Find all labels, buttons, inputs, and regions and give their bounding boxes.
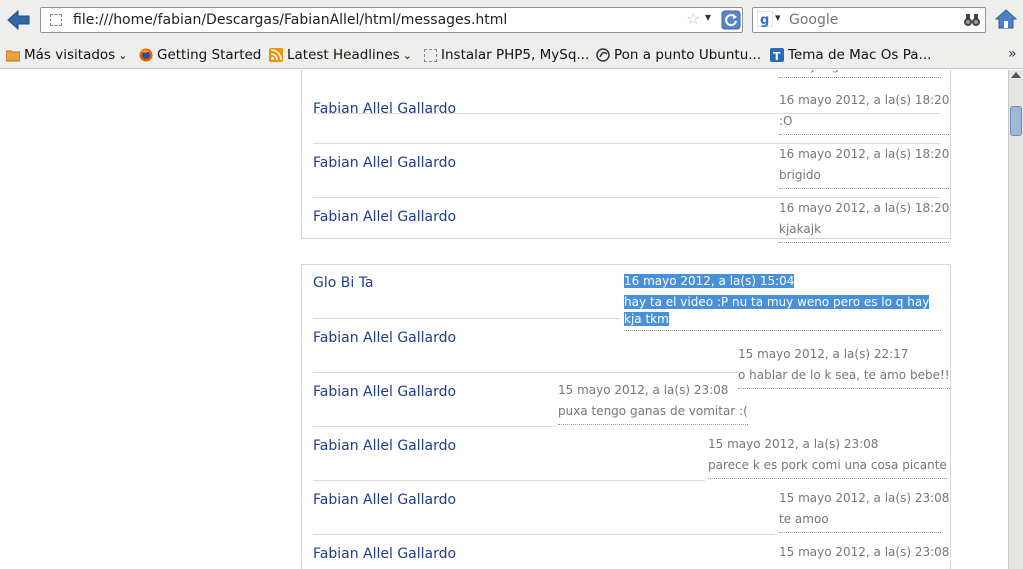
bookmark-most-visited[interactable]: Más visitados ⌄: [6, 46, 127, 64]
author-link[interactable]: Fabian Allel Gallardo: [313, 438, 456, 454]
author-link[interactable]: Fabian Allel Gallardo: [313, 492, 456, 508]
history-dropdown-icon[interactable]: ▾: [705, 10, 711, 24]
message-date: 15 mayo 2012, a la(s) 23:08: [558, 383, 729, 397]
firefox-icon: [139, 48, 153, 62]
bookmark-star-icon[interactable]: ☆: [686, 9, 700, 28]
message-row: Fabian Allel Gallardo 15 mayo 2012, a la…: [302, 535, 950, 569]
scrollbar-thumb[interactable]: [1010, 106, 1022, 136]
message-row: Fabian Allel Gallardo 15 mayo 2012, a la…: [302, 319, 950, 389]
url-bar[interactable]: file:///home/fabian/Descargas/FabianAlle…: [40, 7, 743, 33]
message-date: 15 mayo 2012, a la(s) 23:08: [779, 545, 950, 559]
message-row: Fabian Allel Gallardo 16 mayo 2012, a la…: [302, 198, 950, 252]
back-button[interactable]: [6, 8, 32, 32]
author-link[interactable]: Fabian Allel Gallardo: [313, 155, 456, 171]
message-text: :O: [779, 114, 793, 128]
message-date: 16 mayo 2012, a la(s) 15:04: [624, 274, 795, 288]
bookmark-label: Más visitados: [24, 47, 116, 63]
message-text: puxa tengo ganas de vomitar :(: [558, 404, 748, 418]
message-row: Fabian Allel Gallardo 16 mayo 2012, a la…: [302, 144, 950, 198]
message-row: Fabian Allel Gallardo 16 mayo 2012, a la…: [302, 90, 950, 144]
message-row: Glo Bi Ta 16 mayo 2012, a la(s) 15:04 ha…: [302, 265, 950, 331]
message-row: Fabian Allel Gallardo 15 mayo 2012, a la…: [302, 427, 950, 481]
bookmark-label: Pon a punto Ubuntu...: [614, 47, 762, 63]
t-icon: T: [770, 48, 784, 62]
folder-icon: [6, 50, 20, 62]
message-meta: 15 mayo 2012, a la(s) 23:08: [779, 542, 949, 565]
home-button[interactable]: [994, 8, 1018, 30]
message-thread: Glo Bi Ta 16 mayo 2012, a la(s) 15:04 ha…: [301, 264, 951, 569]
message-text: brigido: [779, 168, 821, 182]
home-icon: [994, 9, 1018, 29]
page-content: no tay logi? Fabian Allel Gallardo 16 ma…: [0, 70, 1008, 569]
message-meta: 15 mayo 2012, a la(s) 23:08 parece k es …: [708, 434, 947, 479]
author-link[interactable]: Fabian Allel Gallardo: [313, 384, 456, 400]
google-icon[interactable]: g: [757, 11, 773, 27]
author-link[interactable]: Fabian Allel Gallardo: [313, 101, 456, 117]
message-date: 15 mayo 2012, a la(s) 23:08: [779, 491, 950, 505]
bookmark-latest-headlines[interactable]: Latest Headlines ⌄: [269, 46, 412, 64]
message-meta: 16 mayo 2012, a la(s) 18:20 brigido: [779, 144, 950, 189]
more-bookmarks-button[interactable]: »: [1008, 46, 1017, 62]
message-meta: 16 mayo 2012, a la(s) 18:20 :O: [779, 90, 950, 135]
author-link[interactable]: Fabian Allel Gallardo: [313, 330, 456, 346]
chevron-down-icon: ⌄: [118, 48, 128, 62]
message-date: 15 mayo 2012, a la(s) 22:17: [738, 347, 909, 361]
reload-icon: [721, 10, 741, 30]
scroll-up-arrow-icon[interactable]: [1011, 72, 1021, 78]
rss-icon: [269, 48, 283, 62]
vertical-scrollbar[interactable]: [1008, 70, 1023, 569]
binoculars-icon[interactable]: [963, 11, 981, 29]
message-text: te amoo: [779, 512, 829, 526]
search-input[interactable]: [789, 11, 959, 29]
bookmark-label: Latest Headlines: [287, 47, 400, 63]
author-link[interactable]: Fabian Allel Gallardo: [313, 209, 456, 225]
search-bar[interactable]: g ▾: [752, 7, 986, 33]
bookmark-label: Getting Started: [157, 47, 262, 63]
bookmarks-toolbar: Más visitados ⌄ Getting Started Latest H…: [0, 40, 1023, 69]
message-meta: 15 mayo 2012, a la(s) 23:08 puxa tengo g…: [558, 380, 748, 425]
message-row: Fabian Allel Gallardo 15 mayo 2012, a la…: [302, 373, 950, 427]
message-date: 16 mayo 2012, a la(s) 18:20: [779, 201, 950, 215]
site-icon: [596, 48, 610, 62]
url-text[interactable]: file:///home/fabian/Descargas/FabianAlle…: [73, 12, 507, 28]
message-row: Fabian Allel Gallardo 15 mayo 2012, a la…: [302, 481, 950, 535]
back-arrow-icon: [7, 9, 30, 31]
message-date: 16 mayo 2012, a la(s) 18:20: [779, 93, 950, 107]
reload-button[interactable]: [721, 10, 741, 30]
message-thread: no tay logi? Fabian Allel Gallardo 16 ma…: [301, 70, 951, 243]
author-link[interactable]: Fabian Allel Gallardo: [313, 546, 456, 562]
bookmark-label: Tema de Mac Os Pa...: [788, 47, 932, 63]
message-meta: 15 mayo 2012, a la(s) 23:08 te amoo: [779, 488, 950, 533]
message-meta: 16 mayo 2012, a la(s) 18:20 kjakajk: [779, 198, 950, 243]
svg-text:T: T: [773, 50, 781, 62]
engine-dropdown-icon[interactable]: ▾: [775, 11, 781, 24]
bookmark-pon-a-punto-ubuntu[interactable]: Pon a punto Ubuntu...: [596, 46, 761, 64]
navigation-toolbar: file:///home/fabian/Descargas/FabianAlle…: [0, 0, 1023, 40]
svg-text:g: g: [760, 13, 769, 27]
blank-page-icon: [424, 48, 437, 62]
message-date: 15 mayo 2012, a la(s) 23:08: [708, 437, 879, 451]
message-text: parece k es pork comi una cosa picante: [708, 458, 947, 472]
bookmark-instalar-php5[interactable]: Instalar PHP5, MySq...: [424, 46, 589, 64]
message-text: kjakajk: [779, 222, 822, 236]
bookmark-getting-started[interactable]: Getting Started: [139, 46, 261, 64]
bookmark-label: Instalar PHP5, MySq...: [441, 47, 590, 63]
message-date: 16 mayo 2012, a la(s) 18:20: [779, 147, 950, 161]
author-link[interactable]: Glo Bi Ta: [313, 275, 374, 291]
bookmark-tema-de-mac-os[interactable]: T Tema de Mac Os Pa...: [770, 46, 931, 64]
chevron-down-icon: ⌄: [402, 48, 412, 62]
page-icon: [50, 14, 62, 26]
